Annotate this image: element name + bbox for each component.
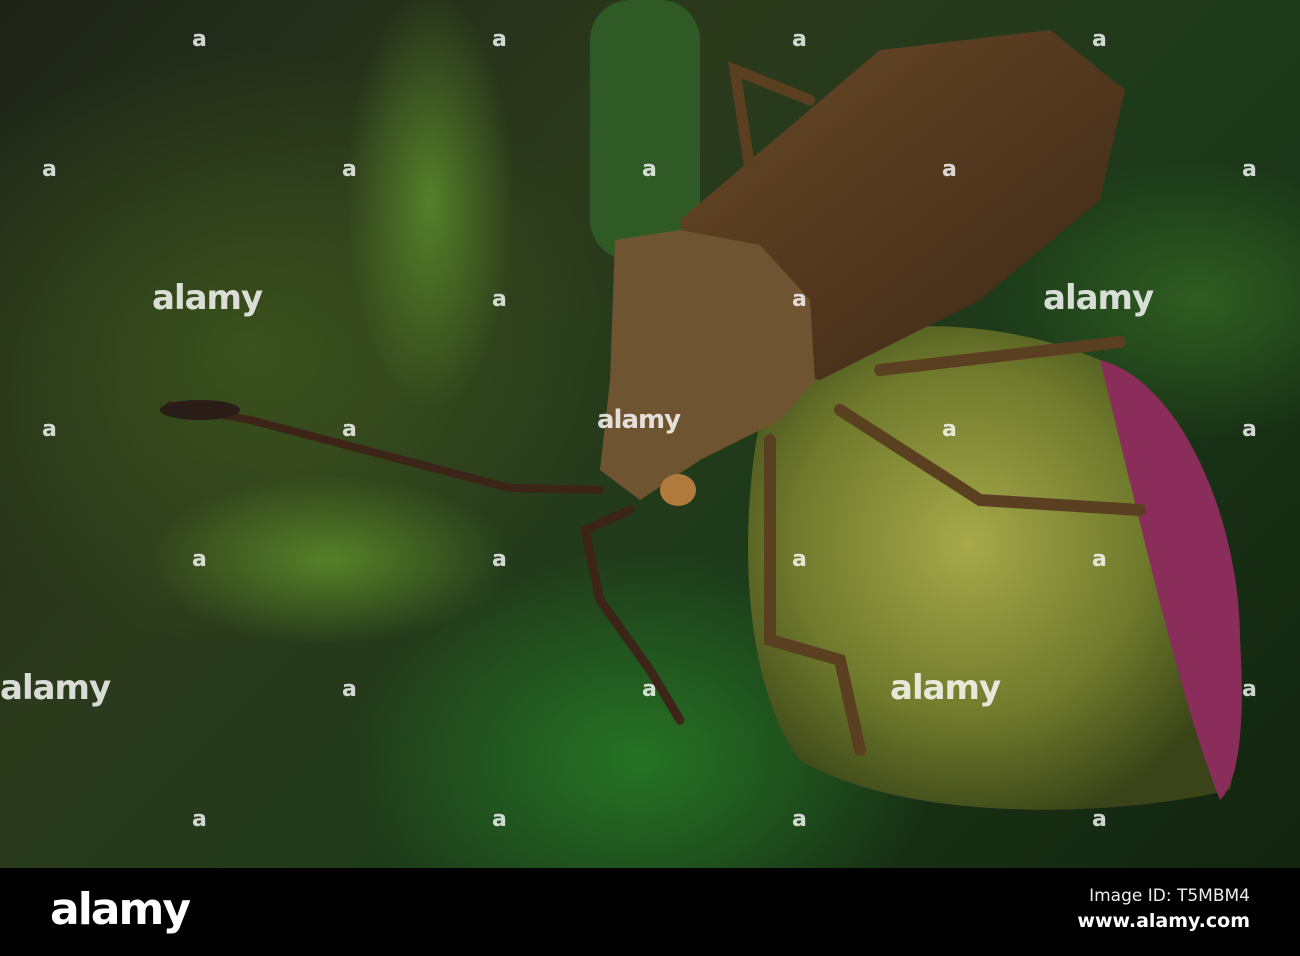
watermark: alamy [597,405,681,435]
watermark: alamy [0,668,111,708]
watermark-mark: a [1092,547,1107,572]
watermark: alamy [1043,278,1154,318]
image-id: Image ID: T5MBM4 [1089,886,1250,906]
site-url: www.alamy.com [1077,910,1250,932]
alamy-logo: alamy [50,884,191,935]
watermark-mark: a [1092,807,1107,832]
watermark-mark: a [42,157,57,182]
watermark-mark: a [1242,157,1257,182]
watermark-mark: a [342,677,357,702]
footer-bar: alamy Image ID: T5MBM4 www.alamy.com [0,868,1300,956]
watermark-mark: a [42,417,57,442]
watermark-mark: a [792,807,807,832]
watermark-mark: a [792,287,807,312]
watermark-mark: a [192,27,207,52]
watermark-mark: a [492,287,507,312]
watermark-mark: a [492,27,507,52]
watermark-mark: a [342,417,357,442]
watermark-mark: a [192,807,207,832]
watermark-mark: a [342,157,357,182]
watermark-mark: a [642,677,657,702]
watermark-mark: a [492,547,507,572]
watermark: alamy [890,668,1001,708]
watermark-mark: a [1242,677,1257,702]
watermark-mark: a [792,547,807,572]
watermark-mark: a [192,547,207,572]
watermark-mark: a [1092,27,1107,52]
stock-photo: alamy alamy alamy alamy alamy a a a a a … [0,0,1300,956]
watermark: alamy [152,278,263,318]
watermark-mark: a [642,157,657,182]
watermark-mark: a [942,157,957,182]
watermark-mark: a [1242,417,1257,442]
watermark-mark: a [792,27,807,52]
watermark-mark: a [492,807,507,832]
watermark-mark: a [942,417,957,442]
